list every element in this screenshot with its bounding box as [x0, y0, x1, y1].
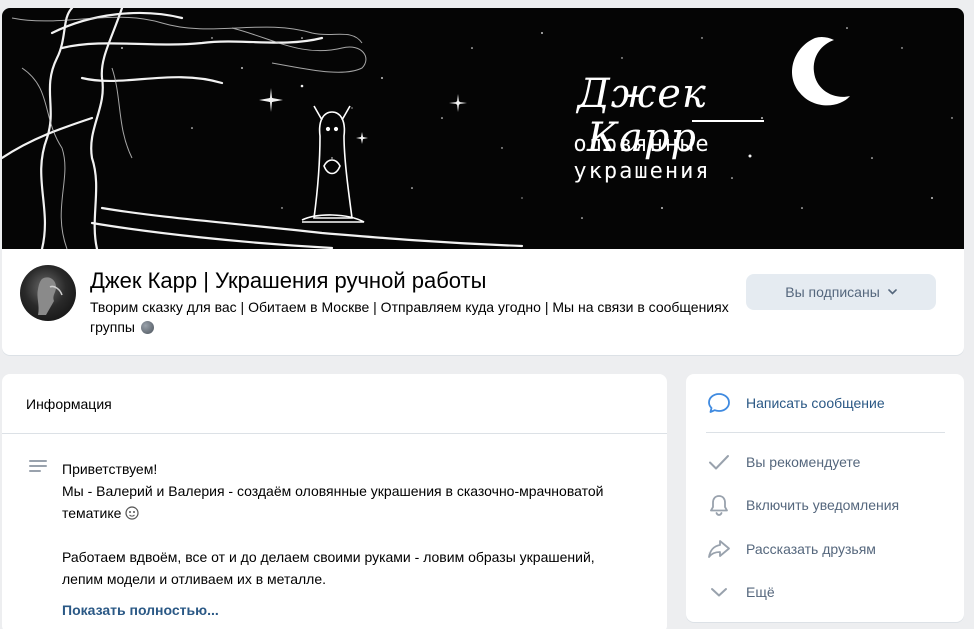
cover-subtitle-line2: украшения: [573, 159, 711, 184]
bell-icon: [706, 492, 732, 518]
info-line-intro: Мы - Валерий и Валерия - создаём оловянн…: [62, 480, 622, 524]
chevron-down-icon: [706, 579, 732, 605]
group-avatar[interactable]: [20, 265, 76, 321]
checkmark-icon: [706, 449, 732, 475]
info-card: Информация Приветствуем! Мы - Валерий и …: [2, 374, 667, 629]
actions-divider: [706, 432, 945, 433]
send-message-label: Написать сообщение: [746, 395, 885, 411]
text-lines-icon: [29, 460, 47, 472]
show-more-link[interactable]: Показать полностью...: [62, 600, 219, 620]
notifications-action[interactable]: Включить уведомления: [686, 485, 964, 525]
ghost-emoji-icon: [125, 506, 139, 520]
info-description: Приветствуем! Мы - Валерий и Валерия - с…: [62, 458, 622, 590]
cover-image[interactable]: Джек Карр оловянные украшения: [2, 8, 964, 249]
more-action[interactable]: Ещё: [686, 572, 964, 612]
recommend-label: Вы рекомендуете: [746, 454, 861, 470]
cover-illustration: [2, 8, 953, 249]
actions-card: Написать сообщение Вы рекомендуете Включ…: [686, 374, 964, 622]
avatar-illustration: [37, 277, 63, 315]
info-line-intro-text: Мы - Валерий и Валерия - создаём оловянн…: [62, 483, 604, 521]
group-status: Творим сказку для вас | Обитаем в Москве…: [90, 297, 730, 337]
more-label: Ещё: [746, 584, 775, 600]
subscribed-button-label: Вы подписаны: [785, 284, 880, 300]
group-header-card: Джек Карр оловянные украшения Джек Карр …: [2, 8, 964, 355]
info-paragraph-2: Работаем вдвоём, все от и до делаем свои…: [62, 549, 595, 587]
subscribed-button[interactable]: Вы подписаны: [746, 274, 936, 310]
cover-title-underline: [692, 120, 764, 122]
moon-emoji-icon: [140, 321, 154, 334]
share-label: Рассказать друзьям: [746, 541, 876, 557]
cover-subtitle-line1: оловянные: [573, 132, 711, 157]
send-message-action[interactable]: Написать сообщение: [686, 383, 964, 423]
notifications-label: Включить уведомления: [746, 497, 900, 513]
group-status-text: Творим сказку для вас | Обитаем в Москве…: [90, 299, 729, 335]
info-divider: [2, 433, 667, 434]
info-title: Информация: [26, 396, 112, 412]
share-arrow-icon: [706, 536, 732, 562]
share-action[interactable]: Рассказать друзьям: [686, 529, 964, 569]
group-name: Джек Карр | Украшения ручной работы: [90, 268, 487, 293]
info-line-greeting: Приветствуем!: [62, 461, 158, 477]
recommend-action[interactable]: Вы рекомендуете: [686, 442, 964, 482]
message-bubble-icon: [706, 390, 732, 416]
chevron-down-icon: [887, 289, 897, 295]
